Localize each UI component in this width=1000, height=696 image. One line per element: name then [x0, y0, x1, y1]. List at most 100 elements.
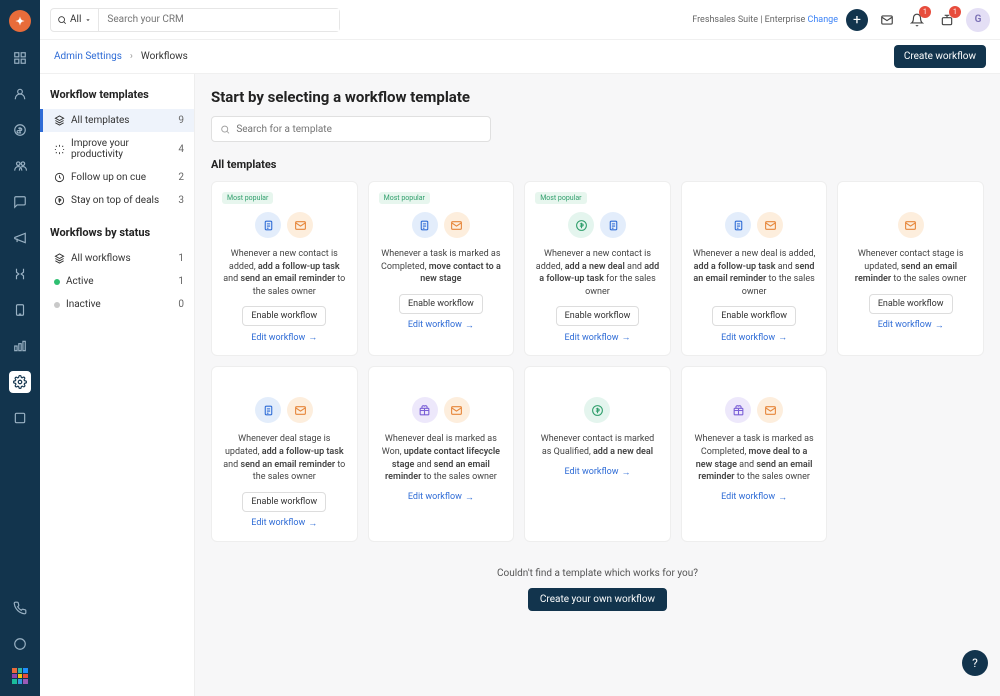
edit-workflow-link[interactable]: Edit workflow: [251, 332, 317, 343]
mail-orange-icon: [757, 212, 783, 238]
enable-workflow-button[interactable]: Enable workflow: [556, 306, 640, 326]
nav-deals-icon[interactable]: [9, 119, 31, 141]
gift-purple-icon: [412, 397, 438, 423]
card-description: Whenever deal stage is updated, add a fo…: [222, 433, 347, 483]
template-search: [211, 116, 491, 142]
mail-orange-icon: [287, 397, 313, 423]
sidebar-item-label: All templates: [71, 115, 129, 126]
nav-settings-icon[interactable]: [9, 371, 31, 393]
sidebar-template-item[interactable]: Improve your productivity 4: [40, 132, 194, 166]
nav-phone-admin-icon[interactable]: [9, 299, 31, 321]
most-popular-tag: Most popular: [379, 192, 430, 204]
sidebar-item-count: 9: [178, 115, 184, 126]
nav-contacts-icon[interactable]: [9, 83, 31, 105]
mail-icon[interactable]: [876, 9, 898, 31]
mail-orange-icon: [898, 212, 924, 238]
workflow-template-card: Most popularWhenever a task is marked as…: [681, 366, 828, 541]
edit-workflow-link[interactable]: Edit workflow: [408, 320, 474, 331]
search-scope-dropdown[interactable]: All: [51, 9, 99, 31]
enable-workflow-button[interactable]: Enable workflow: [869, 294, 953, 314]
breadcrumb-current: Workflows: [141, 51, 188, 62]
sidebar-item-count: 4: [178, 144, 184, 155]
nav-reports-icon[interactable]: [9, 335, 31, 357]
change-plan-link[interactable]: Change: [807, 15, 838, 25]
workflow-template-card: Most popularWhenever contact is marked a…: [524, 366, 671, 541]
create-workflow-button[interactable]: Create workflow: [894, 45, 986, 68]
workflow-template-card: Most popularWhenever contact stage is up…: [837, 181, 984, 356]
sidebar-item-count: 1: [178, 276, 184, 287]
dollar-green-icon: [568, 212, 594, 238]
sidebar-template-item[interactable]: Follow up on cue2: [40, 166, 194, 189]
dollar-icon: [54, 195, 65, 206]
whatsnew-badge: 1: [949, 6, 961, 18]
chevron-down-icon: [84, 16, 92, 24]
enable-workflow-button[interactable]: Enable workflow: [399, 294, 483, 314]
workflow-template-card: Most popularWhenever deal stage is updat…: [211, 366, 358, 541]
sidebar-status-item[interactable]: Inactive 0: [40, 293, 194, 316]
card-description: Whenever a new contact is added, add a f…: [222, 248, 347, 298]
dollar-green-icon: [584, 397, 610, 423]
help-fab[interactable]: ?: [962, 650, 988, 676]
enable-workflow-button[interactable]: Enable workflow: [242, 492, 326, 512]
card-description: Whenever a new deal is added, add a foll…: [692, 248, 817, 298]
sidebar-item-label: Improve your productivity: [71, 138, 172, 160]
quick-add-button[interactable]: +: [846, 9, 868, 31]
mail-orange-icon: [444, 212, 470, 238]
enable-workflow-button[interactable]: Enable workflow: [712, 306, 796, 326]
app-switcher-icon[interactable]: [12, 668, 28, 684]
card-description: Whenever contact is marked as Qualified,…: [535, 433, 660, 458]
sidebar-status-item[interactable]: Active1: [40, 270, 194, 293]
brand-logo[interactable]: ✦: [9, 10, 31, 32]
card-description: Whenever a task is marked as Completed, …: [379, 248, 504, 286]
footer-prompt: Couldn't find a template which works for…: [211, 568, 984, 579]
notifications-icon[interactable]: 1: [906, 9, 928, 31]
mail-orange-icon: [287, 212, 313, 238]
workflow-template-card: Most popularWhenever a new contact is ad…: [524, 181, 671, 356]
global-search-input[interactable]: [99, 9, 339, 31]
whatsnew-icon[interactable]: 1: [936, 9, 958, 31]
edit-workflow-link[interactable]: Edit workflow: [408, 492, 474, 503]
search-scope-label: All: [70, 14, 81, 25]
sidebar-template-item[interactable]: All templates 9: [40, 109, 194, 132]
workflow-template-card: Most popular Whenever a task is marked as…: [368, 181, 515, 356]
layers-icon: [54, 115, 65, 126]
sidebar-item-count: 1: [178, 253, 184, 264]
task-blue-icon: [725, 212, 751, 238]
layers-icon: [54, 253, 65, 264]
sidebar-item-count: 0: [178, 299, 184, 310]
nav-marketing-icon[interactable]: [9, 227, 31, 249]
status-dot-icon: [54, 302, 60, 308]
sidebar-item-count: 3: [178, 195, 184, 206]
nav-apps-icon[interactable]: [9, 407, 31, 429]
workflow-template-card: Most popularWhenever a new deal is added…: [681, 181, 828, 356]
sidebar-item-count: 2: [178, 172, 184, 183]
task-blue-icon: [255, 212, 281, 238]
nav-chat-icon[interactable]: [9, 633, 31, 655]
template-search-input[interactable]: [236, 124, 482, 135]
left-nav: ✦: [0, 0, 40, 696]
enable-workflow-button[interactable]: Enable workflow: [242, 306, 326, 326]
create-own-workflow-button[interactable]: Create your own workflow: [528, 588, 667, 611]
task-blue-icon: [255, 397, 281, 423]
edit-workflow-link[interactable]: Edit workflow: [564, 332, 630, 343]
sidebar-item-label: Inactive: [66, 299, 101, 310]
profile-avatar[interactable]: G: [966, 8, 990, 32]
nav-dashboard-icon[interactable]: [9, 47, 31, 69]
sidebar-template-item[interactable]: Stay on top of deals3: [40, 189, 194, 212]
edit-workflow-link[interactable]: Edit workflow: [251, 518, 317, 529]
mail-orange-icon: [757, 397, 783, 423]
nav-conversations-icon[interactable]: [9, 191, 31, 213]
most-popular-tag: Most popular: [222, 192, 273, 204]
breadcrumb-admin-link[interactable]: Admin Settings: [54, 51, 122, 62]
sidebar-status-item[interactable]: All workflows1: [40, 247, 194, 270]
status-heading: Workflows by status: [40, 222, 194, 247]
nav-automation-icon[interactable]: [9, 263, 31, 285]
nav-phone-icon[interactable]: [9, 597, 31, 619]
task-blue-icon: [412, 212, 438, 238]
edit-workflow-link[interactable]: Edit workflow: [721, 332, 787, 343]
nav-accounts-icon[interactable]: [9, 155, 31, 177]
edit-workflow-link[interactable]: Edit workflow: [564, 467, 630, 478]
edit-workflow-link[interactable]: Edit workflow: [721, 492, 787, 503]
edit-workflow-link[interactable]: Edit workflow: [878, 320, 944, 331]
clock-icon: [54, 172, 65, 183]
